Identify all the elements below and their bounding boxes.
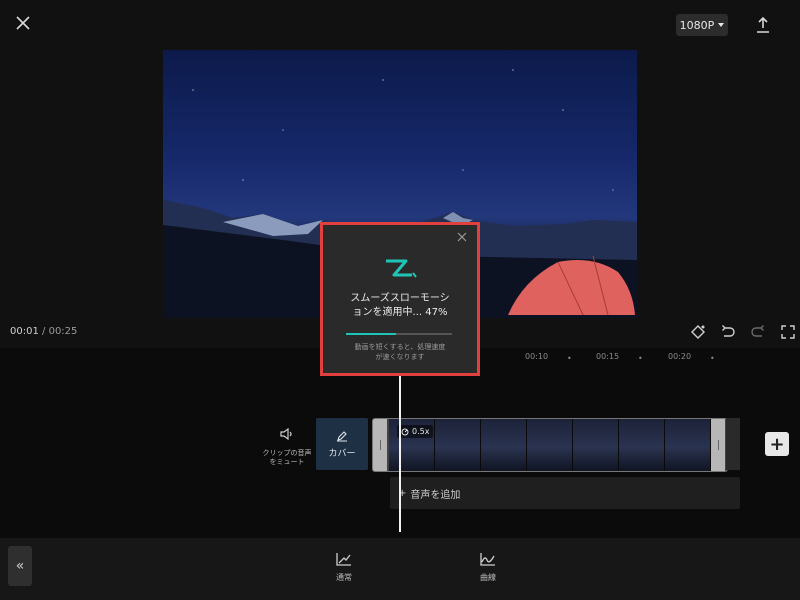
total-time: 00:25 — [48, 326, 78, 337]
keyframe-icon[interactable] — [690, 324, 706, 340]
speed-badge: 0.5x — [397, 425, 434, 438]
tool-normal-speed[interactable]: 通常 — [314, 552, 374, 583]
progress-bar — [346, 333, 452, 335]
resolution-dropdown[interactable]: 1080P — [676, 14, 728, 36]
progress-fill — [346, 333, 396, 335]
title-line: スムーズスローモーシ — [350, 293, 450, 304]
undo-icon[interactable] — [720, 324, 736, 340]
capcut-logo-icon — [380, 255, 420, 283]
next-clip-stub — [726, 418, 740, 470]
tool-curve-speed[interactable]: 曲線 — [458, 552, 518, 583]
mute-clip-audio-button[interactable]: クリップの音声をミュート — [262, 427, 312, 467]
chart-line-icon — [336, 553, 351, 566]
time-display: 00:01 / 00:25 — [10, 326, 77, 337]
clip-frame — [435, 419, 481, 471]
time-separator: / — [42, 326, 46, 337]
cover-label: カバー — [328, 448, 356, 459]
clip-frame — [619, 419, 665, 471]
clip-frame — [527, 419, 573, 471]
close-icon[interactable] — [12, 12, 34, 34]
double-chevron-left-icon: « — [15, 558, 25, 574]
tool-label: 通常 — [336, 573, 352, 582]
cover-button[interactable]: カバー — [316, 418, 368, 470]
hint-line: 動画を短くすると、処理速度 — [354, 343, 446, 351]
clip-frame — [481, 419, 527, 471]
mute-label: クリップの音声をミュート — [262, 449, 312, 466]
speaker-icon — [280, 427, 292, 441]
speed-gauge-icon — [401, 428, 409, 435]
add-audio-label: 音声を追加 — [410, 489, 461, 501]
clip-frame — [665, 419, 711, 471]
processing-hint: 動画を短くすると、処理速度 が速くなります — [323, 342, 477, 362]
chevron-down-icon — [718, 23, 725, 27]
ruler-mark: 00:10 — [525, 352, 549, 361]
clip-right-handle[interactable] — [711, 419, 725, 471]
ruler-dot: • — [710, 354, 715, 363]
add-clip-button[interactable]: + — [765, 432, 789, 456]
fullscreen-icon[interactable] — [780, 324, 796, 340]
tool-label: 曲線 — [480, 573, 496, 582]
playhead[interactable] — [399, 360, 401, 532]
video-clip[interactable]: 0.5x — [372, 418, 728, 472]
redo-icon[interactable] — [750, 324, 766, 340]
clip-frame — [573, 419, 619, 471]
curve-chart-icon — [480, 553, 495, 566]
add-audio-button[interactable]: + 音声を追加 — [390, 477, 740, 509]
resolution-label: 1080P — [679, 18, 715, 32]
processing-title: スムーズスローモーシ ョンを適用中... 47% — [323, 292, 477, 320]
close-icon[interactable] — [455, 230, 469, 244]
speed-value: 0.5x — [412, 427, 430, 436]
preview-toolbar — [690, 322, 796, 342]
ruler-mark: 00:15 — [596, 352, 620, 361]
hint-line: が速くなります — [375, 353, 425, 361]
plus-icon: + — [769, 433, 785, 455]
title-line: ョンを適用中... 47% — [352, 307, 448, 318]
ruler-dot: • — [567, 354, 572, 363]
edit-pencil-icon — [337, 430, 347, 442]
current-time: 00:01 — [10, 326, 39, 337]
clip-thumbnails — [389, 419, 711, 471]
ruler-mark: 00:20 — [668, 352, 692, 361]
upload-icon[interactable] — [752, 14, 774, 36]
clip-left-handle[interactable] — [373, 419, 387, 471]
bottom-toolbar — [0, 538, 800, 600]
collapse-back-button[interactable]: « — [8, 546, 32, 586]
ruler-dot: • — [638, 354, 643, 363]
